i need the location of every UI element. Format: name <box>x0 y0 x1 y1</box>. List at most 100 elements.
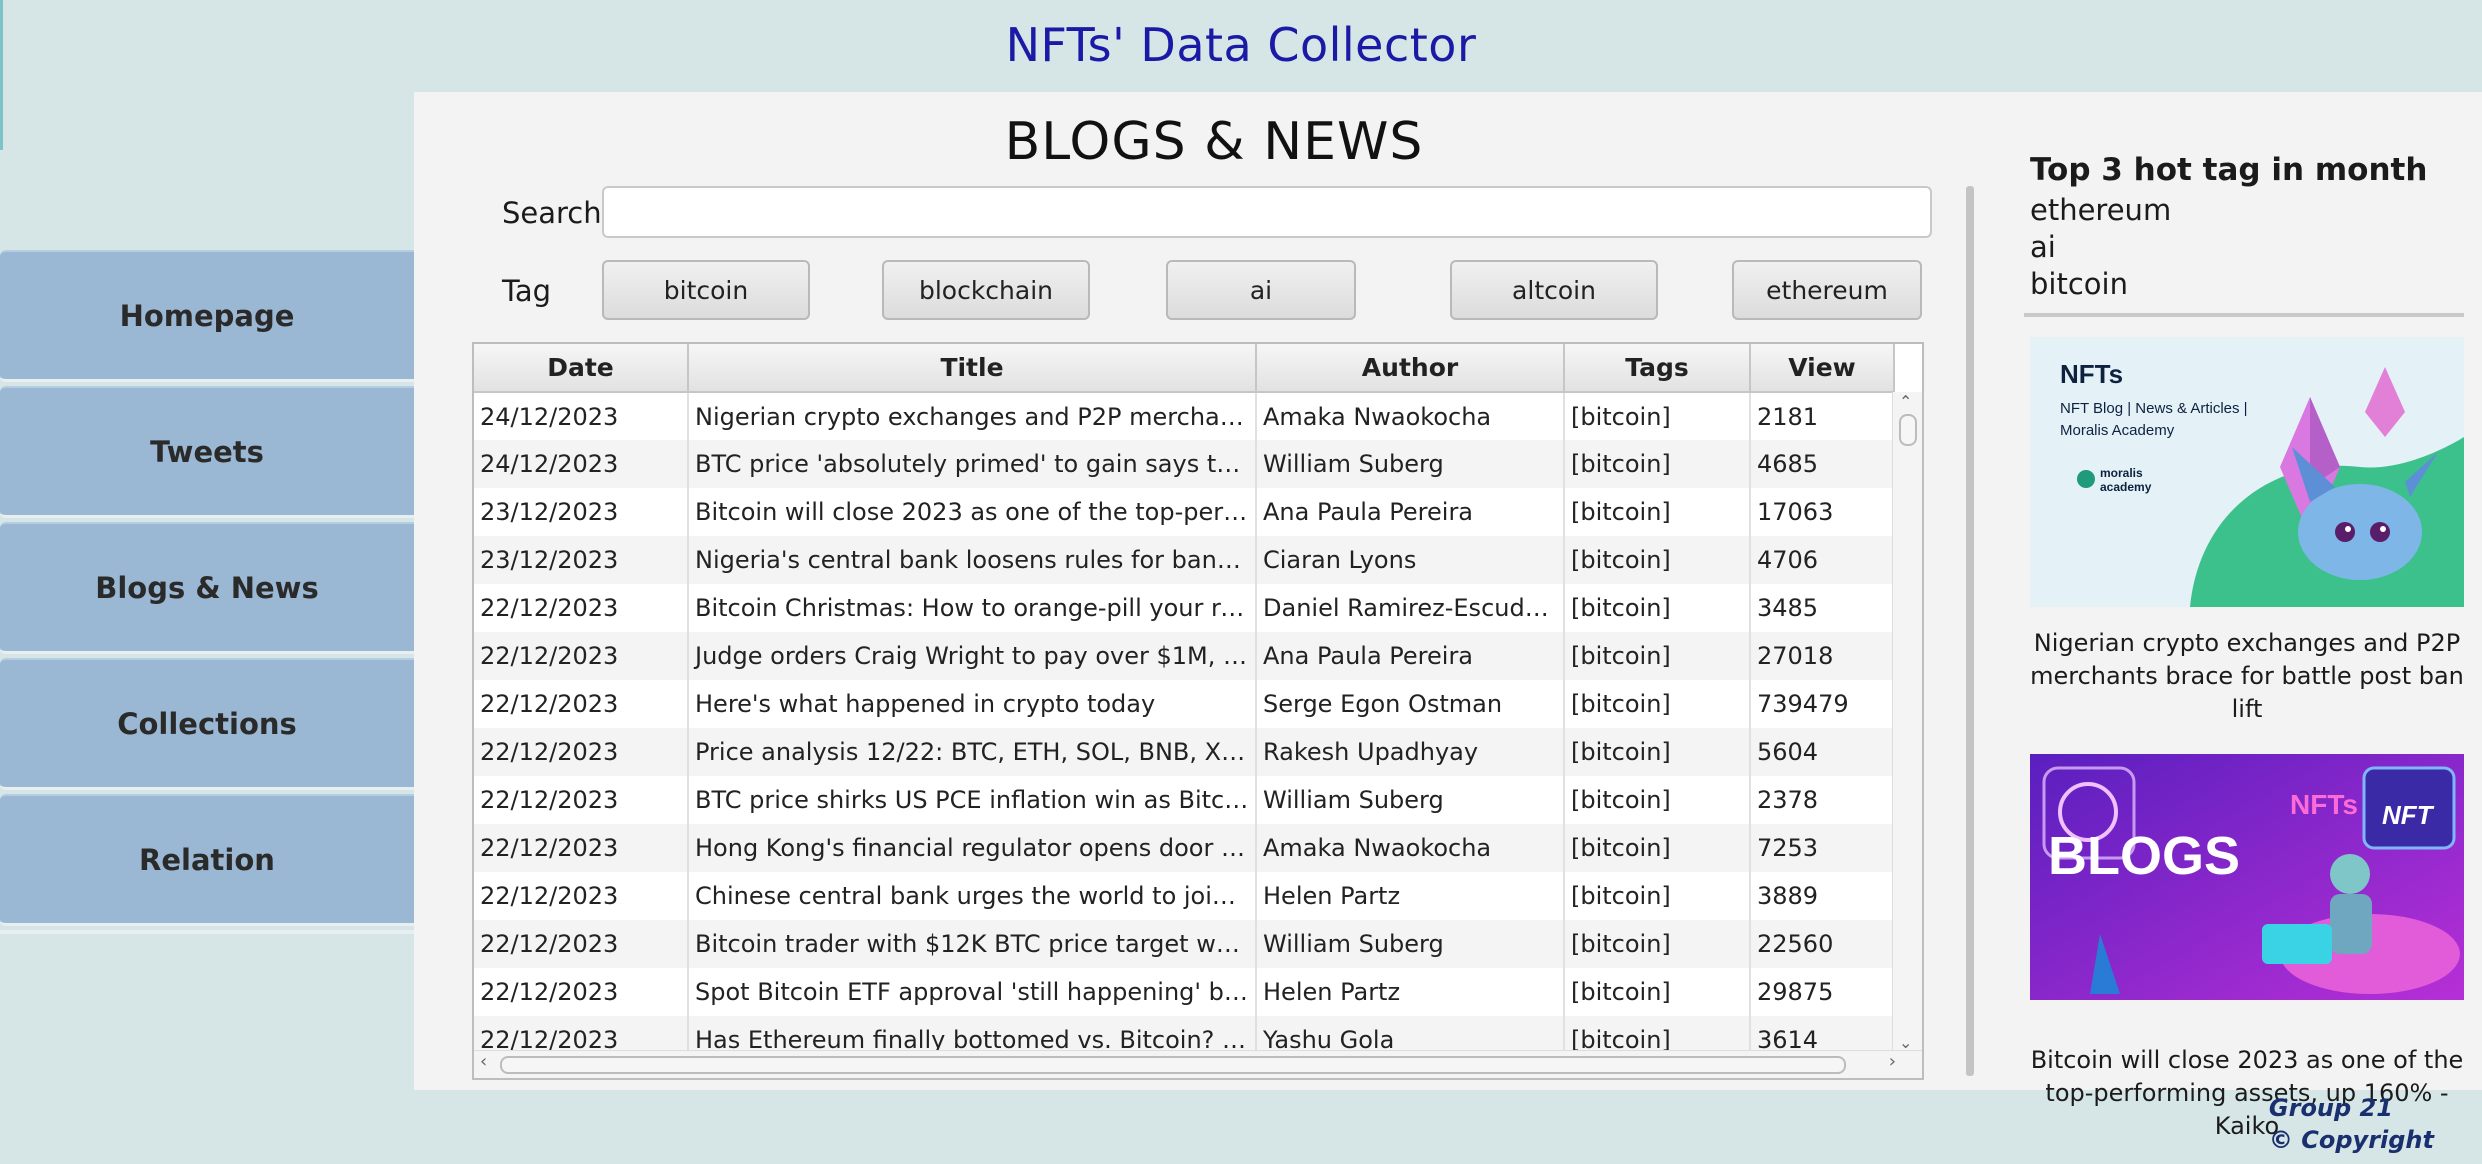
cell-date: 22/12/2023 <box>474 776 689 824</box>
table-row[interactable]: 24/12/2023 BTC price 'absolutely primed' … <box>474 440 1895 488</box>
scroll-right-icon[interactable]: › <box>1889 1051 1896 1072</box>
cell-date: 22/12/2023 <box>474 872 689 920</box>
main-panel: BLOGS & NEWS Search Tag bitcoin blockcha… <box>414 92 2482 1140</box>
cell-author: Ana Paula Pereira <box>1256 632 1565 680</box>
nav-collections-button[interactable]: Collections <box>0 658 414 790</box>
column-header-tags[interactable]: Tags <box>1564 344 1751 393</box>
banner-badge-nft: NFT <box>2382 800 2435 830</box>
table-row[interactable]: 22/12/2023 BTC price shirks US PCE inflat… <box>474 776 1895 824</box>
table-row[interactable]: 22/12/2023 Bitcoin trader with $12K BTC p… <box>474 920 1895 968</box>
cell-view: 4685 <box>1750 440 1895 488</box>
banner-text-nfts: NFTs <box>2290 789 2358 820</box>
cell-title: Bitcoin will close 2023 as one of the to… <box>688 488 1257 536</box>
cell-date: 24/12/2023 <box>474 440 689 488</box>
search-label: Search <box>502 196 602 230</box>
cell-view: 17063 <box>1750 488 1895 536</box>
cell-author: Ana Paula Pereira <box>1256 488 1565 536</box>
sidebar: Homepage Tweets Blogs & News Collections… <box>0 250 414 934</box>
cell-view: 4706 <box>1750 536 1895 584</box>
tag-bitcoin-button[interactable]: bitcoin <box>602 260 810 320</box>
column-header-view[interactable]: View <box>1750 344 1895 393</box>
tag-ethereum-button[interactable]: ethereum <box>1732 260 1922 320</box>
banner-logo-line2: academy <box>2100 480 2152 494</box>
cell-title: Bitcoin Christmas: How to orange-pill yo… <box>688 584 1257 632</box>
scroll-up-icon[interactable]: ⌃ <box>1899 392 1912 411</box>
cell-date: 22/12/2023 <box>474 920 689 968</box>
table-row[interactable]: 22/12/2023 Bitcoin Christmas: How to oran… <box>474 584 1895 632</box>
cell-tags: [bitcoin] <box>1564 680 1751 728</box>
news-card[interactable]: NFTs NFT Blog | News & Articles | Morali… <box>2030 337 2464 726</box>
cell-author: William Suberg <box>1256 920 1565 968</box>
cell-view: 27018 <box>1750 632 1895 680</box>
cell-author: Helen Partz <box>1256 968 1565 1016</box>
vertical-scroll-thumb[interactable] <box>1899 414 1917 446</box>
banner-line1: NFT Blog | News & Articles | <box>2060 400 2248 417</box>
table-row[interactable]: 22/12/2023 Price analysis 12/22: BTC, ETH… <box>474 728 1895 776</box>
tag-ai-button[interactable]: ai <box>1166 260 1356 320</box>
banner-text-blogs: BLOGS <box>2048 826 2240 886</box>
tag-blockchain-button[interactable]: blockchain <box>882 260 1090 320</box>
column-header-date[interactable]: Date <box>474 344 689 393</box>
hot-tags-list: ethereum ai bitcoin <box>2020 192 2472 303</box>
hot-tag-item: bitcoin <box>2030 267 2128 301</box>
banner-line2: Moralis Academy <box>2060 422 2175 439</box>
cell-author: Amaka Nwaokocha <box>1256 392 1565 440</box>
cell-title: Hong Kong's financial regulator opens do… <box>688 824 1257 872</box>
cell-tags: [bitcoin] <box>1564 872 1751 920</box>
vertical-scrollbar[interactable]: ⌃ ⌄ <box>1892 392 1922 1052</box>
cell-tags: [bitcoin] <box>1564 968 1751 1016</box>
table-header-row: Date Title Author Tags View <box>474 344 1895 393</box>
horizontal-scrollbar[interactable]: ‹ › <box>474 1050 1922 1078</box>
cell-title: Spot Bitcoin ETF approval 'still happeni… <box>688 968 1257 1016</box>
footer-copyright: Group 21 © Copyright <box>2269 1092 2434 1156</box>
nav-relation-button[interactable]: Relation <box>0 794 414 926</box>
cell-view: 5604 <box>1750 728 1895 776</box>
sidebar-divider <box>0 930 414 934</box>
news-card-caption[interactable]: Nigerian crypto exchanges and P2P mercha… <box>2030 627 2464 726</box>
scroll-left-icon[interactable]: ‹ <box>480 1051 487 1072</box>
news-card[interactable]: NFTs BLOGS NFT Bitcoin will close 2023 a… <box>2030 754 2464 1143</box>
banner-headline: NFTs <box>2060 359 2123 389</box>
cell-author: William Suberg <box>1256 440 1565 488</box>
cell-author: William Suberg <box>1256 776 1565 824</box>
cell-title: Here's what happened in crypto today <box>688 680 1257 728</box>
cell-tags: [bitcoin] <box>1564 824 1751 872</box>
tag-altcoin-button[interactable]: altcoin <box>1450 260 1658 320</box>
hot-tag-item: ethereum <box>2030 193 2172 227</box>
footer-copyright-text: © Copyright <box>2268 1126 2434 1154</box>
horizontal-scroll-thumb[interactable] <box>500 1056 1846 1074</box>
table-row[interactable]: 23/12/2023 Bitcoin will close 2023 as one… <box>474 488 1895 536</box>
cell-title: Chinese central bank urges the world to … <box>688 872 1257 920</box>
table-row[interactable]: 22/12/2023 Chinese central bank urges the… <box>474 872 1895 920</box>
cell-tags: [bitcoin] <box>1564 440 1751 488</box>
table-row[interactable]: 22/12/2023 Judge orders Craig Wright to p… <box>474 632 1895 680</box>
cell-tags: [bitcoin] <box>1564 392 1751 440</box>
nav-blogs-news-button[interactable]: Blogs & News <box>0 522 414 654</box>
cell-date: 22/12/2023 <box>474 728 689 776</box>
banner-logo-line1: moralis <box>2100 466 2143 480</box>
cell-view: 3485 <box>1750 584 1895 632</box>
table-row[interactable]: 23/12/2023 Nigeria's central bank loosens… <box>474 536 1895 584</box>
column-header-author[interactable]: Author <box>1256 344 1565 393</box>
news-card-image[interactable]: NFTs NFT Blog | News & Articles | Morali… <box>2030 337 2464 607</box>
cell-tags: [bitcoin] <box>1564 488 1751 536</box>
cell-view: 22560 <box>1750 920 1895 968</box>
cell-title: Price analysis 12/22: BTC, ETH, SOL, BNB… <box>688 728 1257 776</box>
cell-title: Nigerian crypto exchanges and P2P mercha… <box>688 392 1257 440</box>
table-row[interactable]: 22/12/2023 Hong Kong's financial regulato… <box>474 824 1895 872</box>
right-panel-separator <box>2024 313 2464 317</box>
cell-author: Daniel Ramirez-Escudero <box>1256 584 1565 632</box>
news-card-image[interactable]: NFTs BLOGS NFT <box>2030 754 2464 1024</box>
search-input[interactable] <box>602 186 1932 238</box>
cell-author: Helen Partz <box>1256 872 1565 920</box>
table-row[interactable]: 22/12/2023 Here's what happened in crypto… <box>474 680 1895 728</box>
cell-title: Judge orders Craig Wright to pay over $1… <box>688 632 1257 680</box>
cell-view: 2181 <box>1750 392 1895 440</box>
nav-tweets-button[interactable]: Tweets <box>0 386 414 518</box>
column-header-title[interactable]: Title <box>688 344 1257 393</box>
panel-divider <box>1966 186 1974 1076</box>
table-row[interactable]: 22/12/2023 Spot Bitcoin ETF approval 'sti… <box>474 968 1895 1016</box>
cell-view: 7253 <box>1750 824 1895 872</box>
table-row[interactable]: 24/12/2023 Nigerian crypto exchanges and … <box>474 392 1895 440</box>
nav-homepage-button[interactable]: Homepage <box>0 250 414 382</box>
